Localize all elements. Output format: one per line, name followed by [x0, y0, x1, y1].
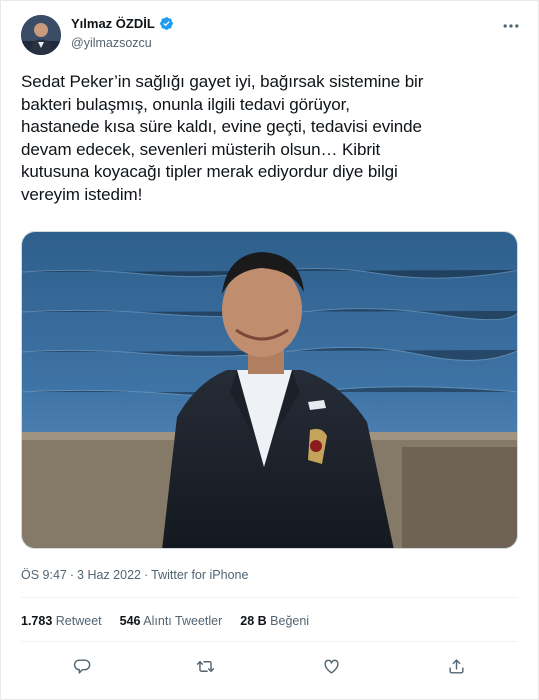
author-name[interactable]: Yılmaz ÖZDİL [71, 16, 155, 31]
divider [21, 641, 518, 642]
tweet-card: Yılmaz ÖZDİL @yilmazsozcu Sedat Peker’in… [0, 0, 539, 700]
stat-label: Alıntı Tweetler [143, 614, 223, 628]
meta-separator: · [143, 568, 149, 582]
stat-count: 1.783 [21, 614, 53, 628]
stat-label: Beğeni [270, 614, 310, 628]
retweet-button[interactable] [192, 653, 218, 679]
stat-count: 28 B [240, 614, 267, 628]
tweet-time[interactable]: ÖS 9:47 [21, 568, 67, 582]
stat-label: Retweet [55, 614, 102, 628]
avatar[interactable] [21, 15, 61, 55]
reply-button[interactable] [69, 653, 95, 679]
share-icon [448, 658, 464, 674]
retweet-icon [196, 660, 214, 672]
stat-quote-tweets[interactable]: 546 Alıntı Tweetler [120, 614, 223, 628]
author-handle[interactable]: @yilmazsozcu [71, 36, 152, 50]
tweet-text: Sedat Peker’in sağlığı gayet iyi, bağırs… [21, 72, 424, 204]
tweet-meta: ÖS 9:47 · 3 Haz 2022 · Twitter for iPhon… [21, 568, 248, 582]
reply-icon [73, 658, 90, 674]
meta-separator: · [69, 568, 75, 582]
like-button[interactable] [318, 653, 344, 679]
verified-badge-icon [159, 17, 173, 30]
stat-count: 546 [119, 614, 141, 628]
tweet-actions [21, 653, 518, 679]
tweet-stats: 1.783 Retweet 546 Alıntı Tweetler 28 B B… [21, 614, 309, 628]
stat-retweets[interactable]: 1.783 Retweet [21, 614, 102, 628]
like-icon [323, 659, 339, 674]
tweet-source[interactable]: Twitter for iPhone [151, 568, 248, 582]
stat-likes[interactable]: 28 B Beğeni [240, 614, 309, 628]
tweet-photo[interactable] [21, 231, 518, 549]
author-name-row: Yılmaz ÖZDİL [71, 16, 174, 31]
share-button[interactable] [443, 653, 469, 679]
tweet-date[interactable]: 3 Haz 2022 [77, 568, 141, 582]
divider [21, 597, 518, 598]
more-button[interactable] [498, 13, 524, 39]
more-icon [503, 24, 519, 28]
